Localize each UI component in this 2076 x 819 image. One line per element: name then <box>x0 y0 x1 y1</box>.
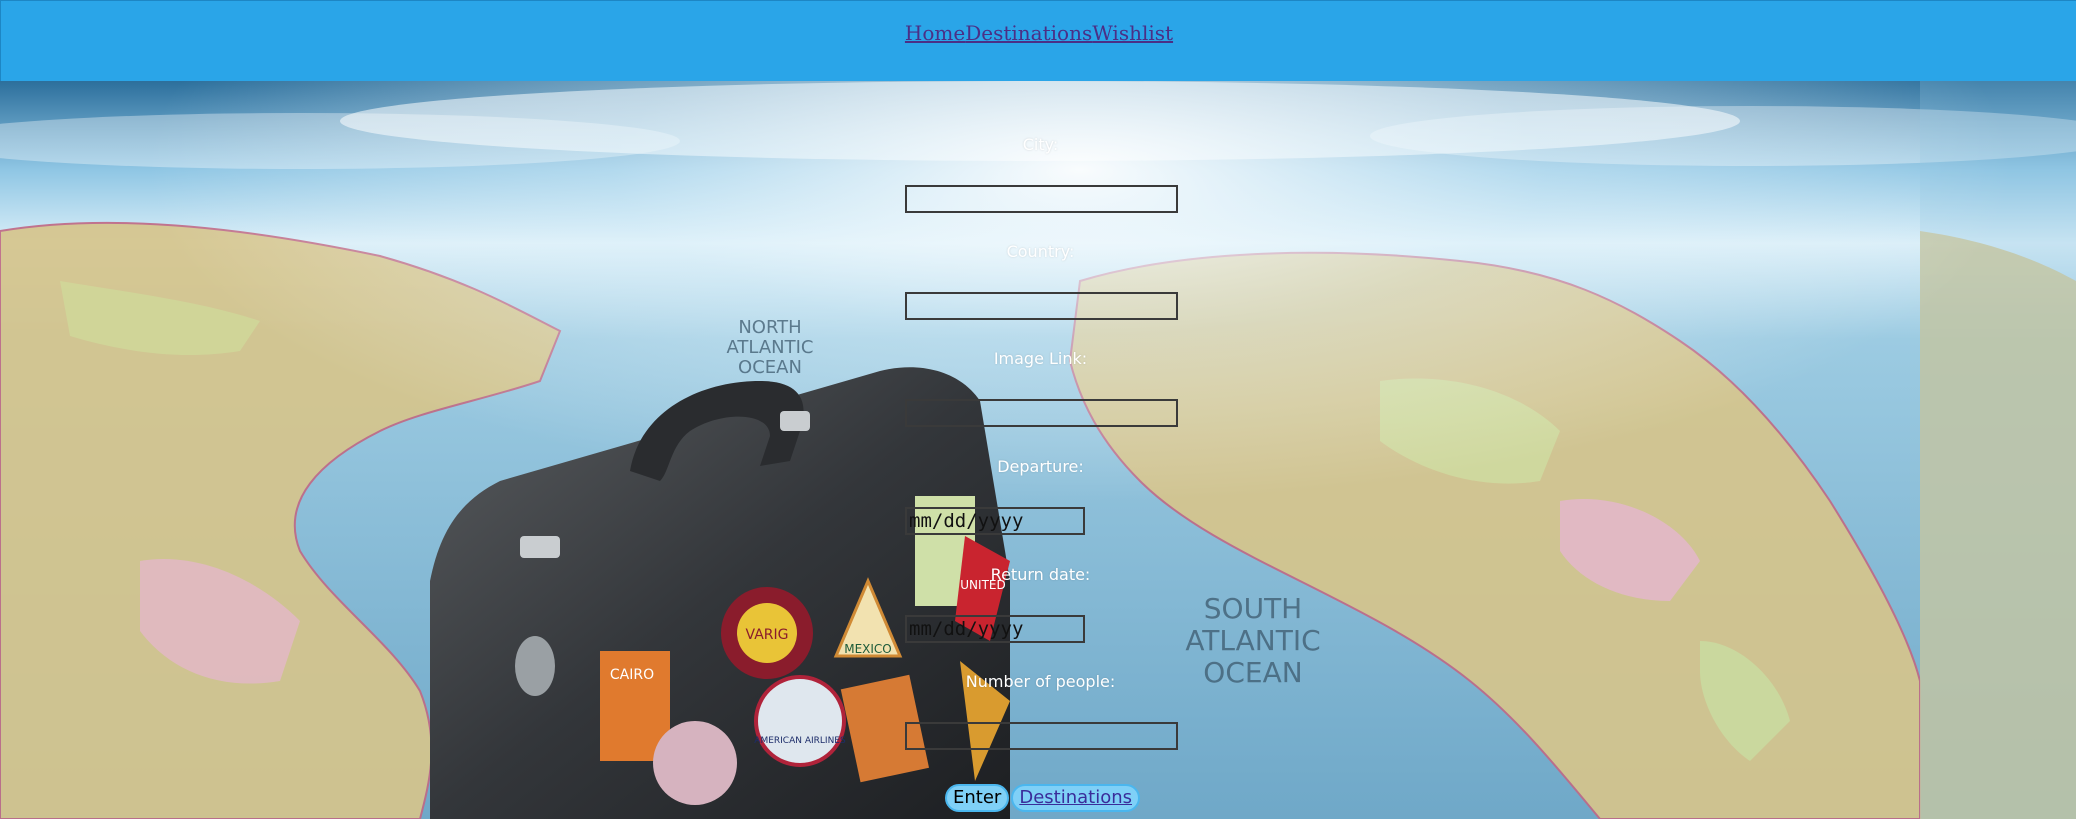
city-label: City: <box>1022 135 1059 154</box>
city-input[interactable] <box>905 185 1178 213</box>
page: NORTH ATLANTIC OCEAN SOUTH ATLANTIC OCEA… <box>0 0 2076 819</box>
image-link-input[interactable] <box>905 399 1178 427</box>
form-actions: Enter Destinations <box>945 783 1140 813</box>
destinations-link-button[interactable]: Destinations <box>1011 784 1140 812</box>
country-input[interactable] <box>905 292 1178 320</box>
image-link-label: Image Link: <box>993 349 1088 368</box>
nav-links: HomeDestinationsWishlist <box>1 21 2076 45</box>
departure-date-input[interactable] <box>905 507 1085 535</box>
number-of-people-input[interactable] <box>905 722 1178 750</box>
number-of-people-label: Number of people: <box>965 672 1116 691</box>
destination-form: City: Country: Image Link: Departure: Re… <box>0 81 2076 819</box>
return-date-input[interactable] <box>905 615 1085 643</box>
nav-link-home[interactable]: Home <box>905 21 965 45</box>
return-date-label: Return date: <box>990 565 1091 584</box>
country-label: Country: <box>1006 242 1075 261</box>
nav-link-destinations[interactable]: Destinations <box>965 21 1092 45</box>
enter-button[interactable]: Enter <box>945 784 1010 812</box>
top-nav-bar: HomeDestinationsWishlist <box>0 0 2076 81</box>
nav-link-wishlist[interactable]: Wishlist <box>1092 21 1173 45</box>
departure-label: Departure: <box>997 457 1084 476</box>
